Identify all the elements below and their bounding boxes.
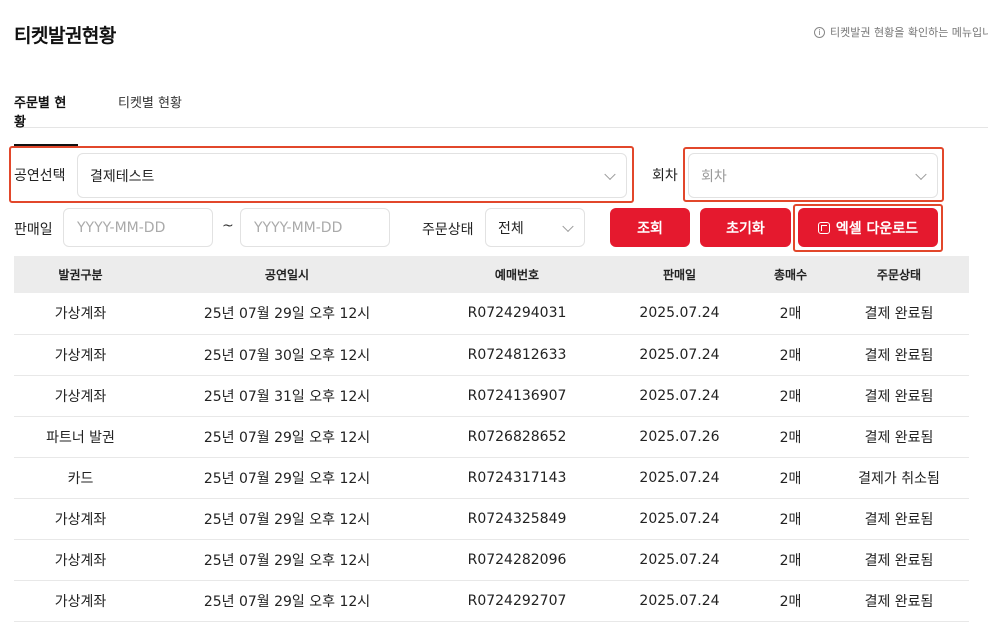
performance-label: 공연선택 <box>14 168 66 184</box>
sale-date-cell: 2025.07.24 <box>607 293 752 335</box>
order-status-cell: 결제 완료됨 <box>829 539 969 581</box>
ticket-count-cell: 2매 <box>752 580 829 622</box>
column-header: 공연일시 <box>147 256 427 293</box>
order-status-cell: 결제 완료됨 <box>829 375 969 417</box>
issue-type-cell: 가상계좌 <box>14 334 147 376</box>
excel-download-button[interactable]: 엑셀 다운로드 <box>798 208 938 247</box>
info-icon: i <box>814 26 825 38</box>
date-to-input[interactable]: YYYY-MM-DD <box>240 208 390 247</box>
performance-datetime-cell: 25년 07월 29일 오후 12시 <box>147 416 427 458</box>
column-header: 예매번호 <box>427 256 607 293</box>
reservation-number-cell: R0724317143 <box>427 457 607 499</box>
table-row[interactable]: 가상계좌 25년 07월 30일 오후 12시 R0724812633 2025.07… <box>14 334 969 376</box>
table-header-row: 발권구분 공연일시 예매번호 판매일 총매수 주문상태 <box>14 256 969 293</box>
table-row[interactable]: 가상계좌 25년 07월 29일 오후 12시 R0724292707 2025.07… <box>14 580 969 622</box>
table-row[interactable]: 파트너 발권 25년 07월 29일 오후 12시 R0726828652 2025.… <box>14 416 969 458</box>
order-status-cell: 결제 완료됨 <box>829 416 969 458</box>
column-header: 발권구분 <box>14 256 147 293</box>
sale-date-cell: 2025.07.24 <box>607 334 752 376</box>
performance-datetime-cell: 25년 07월 29일 오후 12시 <box>147 539 427 581</box>
issue-type-cell: 가상계좌 <box>14 293 147 335</box>
order-status-select[interactable]: 전체 <box>485 208 585 247</box>
issue-type-cell: 가상계좌 <box>14 580 147 622</box>
column-header: 주문상태 <box>829 256 969 293</box>
sale-date-cell: 2025.07.24 <box>607 375 752 417</box>
order-status-cell: 결제 완료됨 <box>829 580 969 622</box>
search-button[interactable]: 조회 <box>610 208 690 247</box>
page-title: 티켓발권현황 <box>14 25 116 47</box>
excel-download-label: 엑셀 다운로드 <box>835 220 919 237</box>
table-row[interactable]: 가상계좌 25년 07월 29일 오후 12시 R0724325849 2025.07… <box>14 498 969 540</box>
ticket-count-cell: 2매 <box>752 457 829 499</box>
performance-datetime-cell: 25년 07월 30일 오후 12시 <box>147 334 427 376</box>
table-row[interactable]: 가상계좌 25년 07월 31일 오후 12시 R0724136907 2025.07… <box>14 375 969 417</box>
ticket-count-cell: 2매 <box>752 293 829 335</box>
performance-datetime-cell: 25년 07월 29일 오후 12시 <box>147 580 427 622</box>
ticket-count-cell: 2매 <box>752 375 829 417</box>
chevron-down-icon <box>604 168 616 180</box>
date-separator: ~ <box>222 218 234 234</box>
order-table: 발권구분 공연일시 예매번호 판매일 총매수 주문상태 가상계좌 25년 07월 … <box>14 256 969 622</box>
order-status-cell: 결제 완료됨 <box>829 293 969 335</box>
reservation-number-cell: R0724136907 <box>427 375 607 417</box>
sale-date-cell: 2025.07.24 <box>607 498 752 540</box>
round-label: 회차 <box>652 168 678 184</box>
order-status-value: 전체 <box>498 220 524 237</box>
round-select-placeholder: 회차 <box>701 168 727 185</box>
ticket-count-cell: 2매 <box>752 334 829 376</box>
order-status-label: 주문상태 <box>422 222 474 238</box>
performance-select-value: 결제테스트 <box>90 168 155 185</box>
issue-type-cell: 파트너 발권 <box>14 416 147 458</box>
issue-type-cell: 가상계좌 <box>14 539 147 581</box>
performance-select[interactable]: 결제테스트 <box>77 153 627 198</box>
reservation-number-cell: R0724282096 <box>427 539 607 581</box>
ticket-count-cell: 2매 <box>752 416 829 458</box>
order-status-cell: 결제 완료됨 <box>829 498 969 540</box>
sale-date-cell: 2025.07.24 <box>607 457 752 499</box>
table-row[interactable]: 카드 25년 07월 29일 오후 12시 R0724317143 2025.07.2… <box>14 457 969 499</box>
reservation-number-cell: R0724812633 <box>427 334 607 376</box>
reservation-number-cell: R0726828652 <box>427 416 607 458</box>
ticket-count-cell: 2매 <box>752 498 829 540</box>
sale-date-cell: 2025.07.24 <box>607 539 752 581</box>
sale-date-label: 판매일 <box>14 222 53 238</box>
performance-datetime-cell: 25년 07월 29일 오후 12시 <box>147 498 427 540</box>
reservation-number-cell: R0724325849 <box>427 498 607 540</box>
issue-type-cell: 가상계좌 <box>14 498 147 540</box>
table-row[interactable]: 가상계좌 25년 07월 29일 오후 12시 R0724294031 2025.07… <box>14 293 969 335</box>
tab-ticket-status[interactable]: 티켓별 현황 <box>118 92 182 125</box>
ticket-count-cell: 2매 <box>752 539 829 581</box>
table-row[interactable]: 가상계좌 25년 07월 29일 오후 12시 R0724282096 2025.07… <box>14 539 969 581</box>
excel-icon <box>817 221 830 234</box>
chevron-down-icon <box>915 168 927 180</box>
reset-button[interactable]: 초기화 <box>700 208 791 247</box>
chevron-down-icon <box>562 220 574 232</box>
order-status-cell: 결제가 취소됨 <box>829 457 969 499</box>
reservation-number-cell: R0724292707 <box>427 580 607 622</box>
sale-date-cell: 2025.07.26 <box>607 416 752 458</box>
date-from-input[interactable]: YYYY-MM-DD <box>63 208 213 247</box>
column-header: 총매수 <box>752 256 829 293</box>
tab-order-status[interactable]: 주문별 현황 <box>14 92 78 146</box>
performance-datetime-cell: 25년 07월 29일 오후 12시 <box>147 293 427 335</box>
reservation-number-cell: R0724294031 <box>427 293 607 335</box>
performance-datetime-cell: 25년 07월 29일 오후 12시 <box>147 457 427 499</box>
performance-datetime-cell: 25년 07월 31일 오후 12시 <box>147 375 427 417</box>
info-note: i 티켓발권 현황을 확인하는 메뉴입니 <box>814 24 988 40</box>
issue-type-cell: 카드 <box>14 457 147 499</box>
column-header: 판매일 <box>607 256 752 293</box>
sale-date-cell: 2025.07.24 <box>607 580 752 622</box>
round-select[interactable]: 회차 <box>688 153 938 198</box>
info-note-text: 티켓발권 현황을 확인하는 메뉴입니 <box>830 26 988 39</box>
tab-bar: 주문별 현황 티켓별 현황 <box>14 78 988 146</box>
order-status-cell: 결제 완료됨 <box>829 334 969 376</box>
issue-type-cell: 가상계좌 <box>14 375 147 417</box>
